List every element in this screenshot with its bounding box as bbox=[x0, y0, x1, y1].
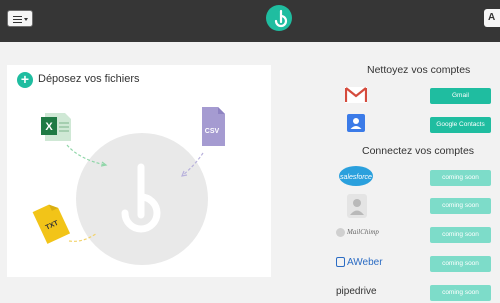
caret-down-icon bbox=[24, 18, 28, 21]
clean-section-title: Nettoyez vos comptes bbox=[367, 64, 471, 76]
hamburger-icon bbox=[13, 16, 22, 23]
file-dropzone[interactable]: X CSV TXT + Déposez vos fichiers bbox=[7, 65, 271, 277]
svg-text:CSV: CSV bbox=[205, 128, 220, 135]
gmail-logo-icon bbox=[344, 87, 368, 103]
aweber-coming-soon-button[interactable]: coming soon bbox=[430, 256, 491, 272]
mailchimp-coming-soon-button[interactable]: coming soon bbox=[430, 227, 491, 243]
google-contacts-logo-icon bbox=[347, 114, 365, 132]
contacts-coming-soon-button[interactable]: coming soon bbox=[430, 198, 491, 214]
chimp-icon bbox=[336, 228, 345, 237]
google-contacts-button[interactable]: Google Contacts bbox=[430, 117, 491, 133]
aweber-icon bbox=[336, 257, 345, 268]
mailchimp-logo: MailChimp bbox=[336, 228, 379, 237]
salesforce-coming-soon-button[interactable]: coming soon bbox=[430, 170, 491, 186]
connect-section-title: Connectez vos comptes bbox=[362, 145, 475, 157]
csv-file-icon: CSV bbox=[202, 107, 225, 146]
txt-file-icon: TXT bbox=[32, 204, 71, 244]
svg-text:X: X bbox=[45, 121, 53, 133]
dropzone-title: Déposez vos fichiers bbox=[38, 73, 140, 85]
svg-text:salesforce: salesforce bbox=[340, 174, 372, 181]
excel-file-icon: X bbox=[41, 113, 71, 141]
dropzone-illustration: X CSV TXT bbox=[32, 107, 225, 265]
menu-button[interactable] bbox=[7, 10, 33, 27]
aweber-logo: AWeber bbox=[336, 257, 383, 268]
pipedrive-logo: pipedrive bbox=[336, 286, 377, 297]
contacts-app-logo-icon bbox=[347, 194, 367, 218]
add-file-icon[interactable]: + bbox=[17, 72, 33, 88]
pipedrive-coming-soon-button[interactable]: coming soon bbox=[430, 285, 491, 301]
salesforce-logo-icon: salesforce bbox=[338, 165, 374, 187]
top-bar: A bbox=[0, 0, 500, 42]
gmail-button[interactable]: Gmail bbox=[430, 88, 491, 104]
account-button[interactable]: A bbox=[484, 9, 500, 27]
app-logo[interactable] bbox=[266, 5, 292, 31]
